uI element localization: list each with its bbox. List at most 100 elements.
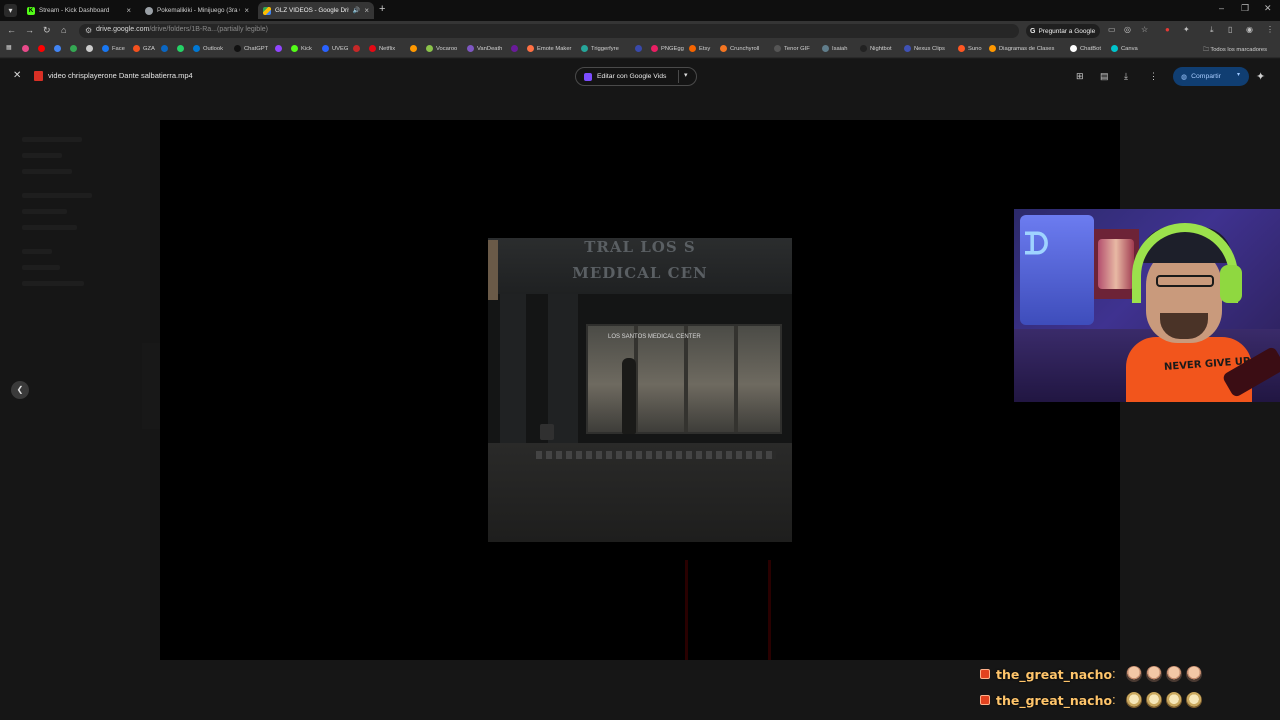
- bookmark-label: ChatBot: [1080, 45, 1101, 52]
- bookmark-item[interactable]: GZA: [133, 45, 155, 52]
- ask-google-button[interactable]: G Preguntar a Google: [1026, 24, 1101, 38]
- bookmark-item[interactable]: Crunchyroll: [720, 45, 759, 52]
- bookmark-item[interactable]: Tenor GIF: [774, 45, 810, 52]
- bookmark-favicon-icon: [1070, 45, 1077, 52]
- bookmark-item[interactable]: [22, 45, 32, 52]
- bookmark-item[interactable]: [410, 45, 420, 52]
- address-bar[interactable]: ⚙ drive.google.com/drive/folders/1B-Ra..…: [79, 24, 1019, 38]
- bookmark-item[interactable]: VanDeath: [467, 45, 502, 52]
- gemini-sparkle-icon[interactable]: ✦: [1256, 70, 1265, 83]
- bookmark-item[interactable]: [275, 45, 285, 52]
- curb-stripes: [536, 451, 776, 459]
- comment-icon[interactable]: ▤: [1100, 71, 1109, 82]
- bookmark-label: Outlook: [203, 45, 223, 52]
- bookmark-item[interactable]: Emote Maker: [527, 45, 571, 52]
- home-icon[interactable]: ⌂: [61, 25, 66, 35]
- bookmark-item[interactable]: Vocaroo: [426, 45, 457, 52]
- bookmark-item[interactable]: Kick: [291, 45, 312, 52]
- new-tab-button[interactable]: +: [379, 3, 385, 15]
- close-preview-icon[interactable]: ✕: [13, 70, 21, 81]
- bookmark-item[interactable]: Suno: [958, 45, 982, 52]
- bookmark-label: ChatGPT: [244, 45, 269, 52]
- bookmark-item[interactable]: ChatBot: [1070, 45, 1101, 52]
- bookmark-favicon-icon: [70, 45, 77, 52]
- bookmark-favicon-icon: [353, 45, 360, 52]
- download-file-icon[interactable]: ⤓: [1124, 71, 1128, 82]
- bookmark-label: Diagramas de Clases: [999, 45, 1055, 52]
- sidebar-icon[interactable]: ▯: [1228, 25, 1232, 34]
- bookmark-item[interactable]: Netflix: [369, 45, 395, 52]
- eye-off-icon[interactable]: ◎: [1124, 25, 1131, 34]
- poster-logo: ᗪ: [1024, 227, 1049, 262]
- more-options-icon[interactable]: ⋮: [1149, 71, 1158, 82]
- bookmark-item[interactable]: [353, 45, 363, 52]
- bookmark-item[interactable]: [54, 45, 64, 52]
- bookmark-label: GZA: [143, 45, 155, 52]
- chevron-down-icon[interactable]: ▾: [684, 71, 688, 79]
- record-icon[interactable]: ●: [1165, 25, 1170, 34]
- bookmark-item[interactable]: PNGEgg: [651, 45, 684, 52]
- bookmark-item[interactable]: Etsy: [689, 45, 710, 52]
- speaker-icon[interactable]: 🔊: [353, 7, 360, 14]
- bookmark-item[interactable]: Outlook: [193, 45, 223, 52]
- bookmark-favicon-icon: [193, 45, 200, 52]
- bookmark-item[interactable]: Canva: [1111, 45, 1138, 52]
- forward-icon[interactable]: →: [25, 25, 34, 35]
- chat-username: the_great_nacho: [996, 692, 1113, 708]
- apps-grid-icon[interactable]: ▦: [6, 45, 11, 51]
- bookmark-item[interactable]: Isaiah: [822, 45, 847, 52]
- bookmark-item[interactable]: ChatGPT: [234, 45, 268, 52]
- reload-icon[interactable]: ↻: [43, 25, 51, 36]
- all-bookmarks-folder[interactable]: 🗀 Todos los marcadores: [1203, 45, 1267, 55]
- video-player[interactable]: TRAL LOS S MEDICAL CEN LOS SANTOS MEDICA…: [160, 120, 1120, 660]
- bookmark-label: Nightbot: [870, 45, 892, 52]
- bookmark-item[interactable]: [635, 45, 645, 52]
- bookmark-label: Isaiah: [832, 45, 848, 52]
- figurines: [1098, 239, 1134, 289]
- building-sign-line1: TRAL LOS S: [584, 238, 696, 256]
- bookmark-item[interactable]: Nexus Clips: [904, 45, 945, 52]
- bookmark-item[interactable]: Nightbot: [860, 45, 892, 52]
- edit-with-vids-button[interactable]: Editar con Google Vids ▾: [575, 67, 697, 86]
- download-icon[interactable]: ⤓: [1210, 25, 1214, 35]
- close-icon[interactable]: ×: [244, 6, 249, 15]
- previous-file-icon[interactable]: ❮: [11, 381, 29, 399]
- chevron-down-icon[interactable]: ▾: [1237, 71, 1240, 78]
- bookmark-item[interactable]: [161, 45, 171, 52]
- bookmark-favicon-icon: [369, 45, 376, 52]
- tab-pokemalikiki[interactable]: Pokemalikiki - Minijuego (3ra G ×: [140, 2, 254, 19]
- bookmark-item[interactable]: [511, 45, 521, 52]
- tab-search-icon[interactable]: ▾: [4, 4, 17, 17]
- cast-icon[interactable]: ▭: [1108, 25, 1116, 34]
- bookmark-item[interactable]: Face: [102, 45, 125, 52]
- close-icon[interactable]: ×: [126, 6, 131, 15]
- emote-list: [1125, 692, 1206, 708]
- star-icon[interactable]: ☆: [1141, 25, 1148, 34]
- extensions-icon[interactable]: ✦: [1183, 25, 1190, 34]
- bookmark-item[interactable]: [70, 45, 80, 52]
- tab-kick-dashboard[interactable]: K Stream - Kick Dashboard ×: [22, 2, 136, 19]
- share-button[interactable]: ◍ Compartir ▾: [1173, 67, 1249, 86]
- menu-kebab-icon[interactable]: ⋮: [1266, 25, 1274, 34]
- restore-icon[interactable]: ❐: [1241, 3, 1249, 14]
- trash-bin: [540, 424, 554, 440]
- bookmark-favicon-icon: [635, 45, 642, 52]
- tab-glz-videos[interactable]: GLZ VIDEOS - Google Drive 🔊 ×: [258, 2, 374, 19]
- minimize-icon[interactable]: –: [1219, 3, 1224, 13]
- bookmark-item[interactable]: UVEG: [322, 45, 348, 52]
- bookmark-item[interactable]: [86, 45, 96, 52]
- site-info-icon[interactable]: ⚙: [85, 26, 92, 35]
- bookmark-item[interactable]: [38, 45, 48, 52]
- back-icon[interactable]: ←: [7, 25, 16, 35]
- bookmark-item[interactable]: Diagramas de Clases: [989, 45, 1054, 52]
- close-icon[interactable]: ×: [364, 6, 369, 15]
- headset-earcup: [1220, 265, 1242, 303]
- google-icon: G: [1030, 27, 1036, 35]
- bookmark-item[interactable]: Triggerfyre: [581, 45, 619, 52]
- chat-message: the_great_nacho :: [980, 692, 1206, 708]
- window-close-icon[interactable]: ✕: [1264, 3, 1272, 14]
- video-file-icon: [34, 71, 43, 81]
- profile-avatar-icon[interactable]: ◉: [1246, 25, 1253, 34]
- bookmark-item[interactable]: [177, 45, 187, 52]
- add-to-folder-icon[interactable]: ⊞: [1076, 71, 1084, 82]
